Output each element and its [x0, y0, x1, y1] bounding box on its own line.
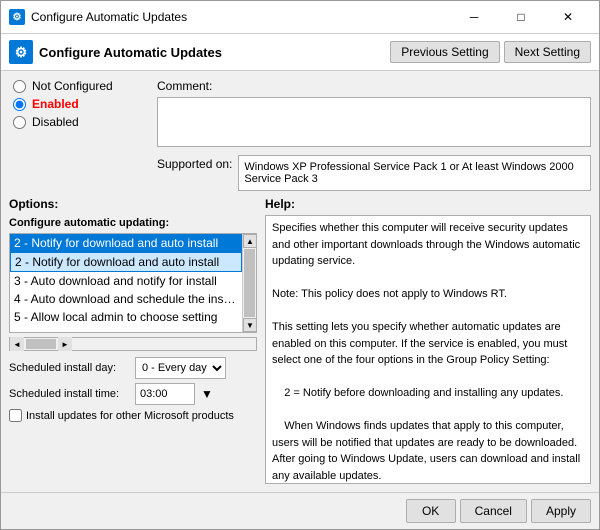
form-fields: Scheduled install day: 0 - Every day Sch…	[9, 357, 257, 422]
list-scrollbar: ▲ ▼	[242, 234, 256, 332]
main-window: ⚙ Configure Automatic Updates ─ □ ✕ ⚙ Co…	[0, 0, 600, 530]
scheduled-time-label: Scheduled install time:	[9, 388, 129, 400]
scroll-down-btn[interactable]: ▼	[243, 318, 257, 332]
list-item[interactable]: 3 - Auto download and notify for install	[10, 272, 242, 290]
radio-enabled-input[interactable]	[13, 98, 26, 111]
supported-label: Supported on:	[157, 155, 232, 171]
header-title: Configure Automatic Updates	[39, 45, 384, 60]
scroll-left-btn[interactable]: ◄	[10, 337, 24, 351]
next-setting-button[interactable]: Next Setting	[504, 41, 591, 63]
scheduled-day-row: Scheduled install day: 0 - Every day	[9, 357, 257, 379]
help-text: Specifies whether this computer will rec…	[272, 222, 582, 484]
checkbox-row: Install updates for other Microsoft prod…	[9, 409, 257, 422]
main-content: Not Configured Enabled Disabled Comment:	[1, 71, 599, 492]
header-buttons: Previous Setting Next Setting	[390, 41, 591, 63]
scheduled-day-label: Scheduled install day:	[9, 362, 129, 374]
header-bar: ⚙ Configure Automatic Updates Previous S…	[1, 34, 599, 71]
right-panel: Comment: Supported on: Windows XP Profes…	[157, 79, 591, 191]
radio-disabled-label: Disabled	[32, 115, 79, 129]
checkbox-label: Install updates for other Microsoft prod…	[26, 410, 234, 422]
supported-value: Windows XP Professional Service Pack 1 o…	[238, 155, 591, 191]
list-item[interactable]: 5 - Allow local admin to choose setting	[10, 308, 242, 326]
help-content: Specifies whether this computer will rec…	[265, 215, 591, 484]
apply-button[interactable]: Apply	[531, 499, 591, 523]
maximize-button[interactable]: □	[498, 7, 544, 27]
configure-list-inner: 2 - Notify for download and auto install…	[10, 234, 242, 332]
radio-not-configured[interactable]: Not Configured	[13, 79, 149, 93]
help-title: Help:	[265, 197, 591, 211]
minimize-button[interactable]: ─	[451, 7, 497, 27]
scheduled-time-input[interactable]	[135, 383, 195, 405]
scheduled-time-row: Scheduled install time: ▼	[9, 383, 257, 405]
radio-enabled-label: Enabled	[32, 97, 79, 111]
scheduled-day-select[interactable]: 0 - Every day	[135, 357, 226, 379]
cancel-button[interactable]: Cancel	[460, 499, 527, 523]
radio-disabled[interactable]: Disabled	[13, 115, 149, 129]
bottom-bar: OK Cancel Apply	[1, 492, 599, 529]
top-section: Not Configured Enabled Disabled Comment:	[9, 79, 591, 191]
radio-enabled[interactable]: Enabled	[13, 97, 149, 111]
list-item[interactable]: 4 - Auto download and schedule the insta…	[10, 290, 242, 308]
window-controls: ─ □ ✕	[451, 7, 591, 27]
scroll-right-btn[interactable]: ►	[58, 337, 72, 351]
radio-disabled-input[interactable]	[13, 116, 26, 129]
window-icon: ⚙	[9, 9, 25, 25]
radio-not-configured-input[interactable]	[13, 80, 26, 93]
other-products-checkbox[interactable]	[9, 409, 22, 422]
options-section: Options: Configure automatic updating: 2…	[9, 197, 257, 484]
radio-not-configured-label: Not Configured	[32, 79, 113, 93]
comment-textarea[interactable]	[157, 97, 591, 147]
help-section: Help: Specifies whether this computer wi…	[265, 197, 591, 484]
scroll-up-btn[interactable]: ▲	[243, 234, 257, 248]
header-icon: ⚙	[9, 40, 33, 64]
radio-panel: Not Configured Enabled Disabled	[9, 79, 149, 191]
horizontal-scrollbar: ◄ ►	[9, 337, 257, 351]
title-bar: ⚙ Configure Automatic Updates ─ □ ✕	[1, 1, 599, 34]
options-title: Options:	[9, 197, 257, 211]
scroll-thumb	[244, 249, 255, 317]
comment-label: Comment:	[157, 79, 212, 93]
horiz-thumb	[26, 339, 56, 349]
configure-list: 2 - Notify for download and auto install…	[9, 233, 257, 333]
ok-button[interactable]: OK	[406, 499, 456, 523]
time-dropdown-icon[interactable]: ▼	[201, 387, 213, 401]
configure-label: Configure automatic updating:	[9, 217, 257, 229]
previous-setting-button[interactable]: Previous Setting	[390, 41, 499, 63]
list-item[interactable]: 2 - Notify for download and auto install	[10, 234, 242, 252]
window-title: Configure Automatic Updates	[31, 10, 445, 24]
close-button[interactable]: ✕	[545, 7, 591, 27]
list-item[interactable]: 2 - Notify for download and auto install	[10, 252, 242, 272]
radio-group: Not Configured Enabled Disabled	[9, 79, 149, 129]
options-help-row: Options: Configure automatic updating: 2…	[9, 197, 591, 484]
